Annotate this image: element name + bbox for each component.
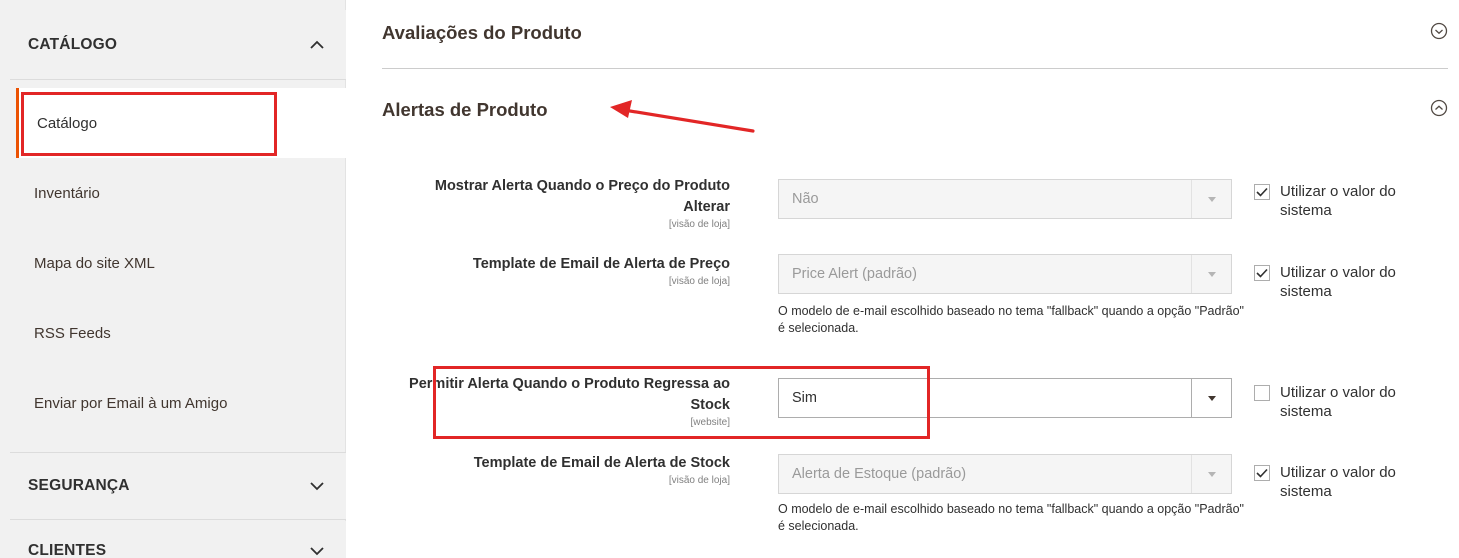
caret-down-icon [1191, 255, 1231, 293]
use-system-value-checkbox[interactable]: Utilizar o valor do sistema [1254, 383, 1454, 421]
group-divider [382, 68, 1448, 69]
circle-chevron-up-icon [1430, 99, 1448, 122]
use-system-value-checkbox[interactable]: Utilizar o valor do sistema [1254, 263, 1454, 301]
sidebar-item-label: Mapa do site XML [34, 254, 155, 272]
chevron-down-icon [306, 540, 328, 558]
select-value: Alerta de Estoque (padrão) [792, 466, 967, 482]
section-clientes-header[interactable]: CLIENTES [10, 521, 346, 558]
check-icon [1256, 187, 1268, 197]
field-label: Mostrar Alerta Quando o Preço do Produto… [400, 176, 730, 231]
field-note: O modelo de e-mail escolhido baseado no … [778, 502, 1244, 533]
sidebar-item-inventario[interactable]: Inventário [16, 158, 346, 228]
field-scope: [visão de loja] [668, 219, 730, 230]
caret-down-icon [1191, 379, 1231, 417]
checkbox-box[interactable] [1254, 385, 1270, 401]
annotation-arrow-icon [610, 100, 755, 133]
sidebar-item-catalogo[interactable]: Catálogo [16, 88, 346, 158]
field-label: Permitir Alerta Quando o Produto Regress… [400, 374, 730, 429]
field-label: Template de Email de Alerta de Stock [vi… [400, 453, 730, 487]
select-value: Não [792, 191, 819, 207]
checkbox-label: Utilizar o valor do sistema [1280, 464, 1396, 500]
check-icon [1256, 468, 1268, 478]
section-catalog-label: CATÁLOGO [28, 35, 118, 53]
group-alertas-header[interactable]: Alertas de Produto [382, 90, 1448, 130]
use-system-value-checkbox[interactable]: Utilizar o valor do sistema [1254, 463, 1454, 501]
sidebar-item-rss-feeds[interactable]: RSS Feeds [16, 298, 346, 368]
section-catalog-header[interactable]: CATÁLOGO [10, 10, 346, 80]
select-value: Sim [792, 390, 817, 406]
stock-alert-allow-select[interactable]: Sim [778, 378, 1232, 418]
field-label-text: Permitir Alerta Quando o Produto Regress… [409, 376, 730, 413]
field-scope: [visão de loja] [668, 475, 730, 486]
check-icon [1256, 268, 1268, 278]
sidebar-catalog-items: Catálogo Inventário Mapa do site XML RSS… [16, 88, 346, 438]
field-scope: [visão de loja] [668, 276, 730, 287]
chevron-up-icon [306, 34, 328, 56]
checkbox-label: Utilizar o valor do sistema [1280, 183, 1396, 219]
field-label-text: Template de Email de Alerta de Stock [473, 455, 730, 471]
section-clientes-label: CLIENTES [28, 542, 107, 558]
circle-chevron-down-icon [1430, 22, 1448, 45]
field-label-text: Mostrar Alerta Quando o Preço do Produto… [434, 178, 730, 215]
price-alert-template-select[interactable]: Price Alert (padrão) [778, 254, 1232, 294]
checkbox-label: Utilizar o valor do sistema [1280, 384, 1396, 420]
sidebar-item-label: Enviar por Email à um Amigo [34, 394, 228, 412]
sidebar-item-label: Inventário [34, 184, 100, 202]
field-label: Template de Email de Alerta de Preço [vi… [400, 254, 730, 288]
section-seguranca-header[interactable]: SEGURANÇA [10, 452, 346, 520]
group-title: Avaliações do Produto [382, 22, 582, 43]
sidebar-item-mapa-site-xml[interactable]: Mapa do site XML [16, 228, 346, 298]
caret-down-icon [1191, 455, 1231, 493]
sidebar: CATÁLOGO Catálogo Inventário Mapa do sit… [0, 0, 346, 558]
chevron-down-icon [306, 475, 328, 497]
checkbox-label: Utilizar o valor do sistema [1280, 264, 1396, 300]
caret-down-icon [1191, 180, 1231, 218]
use-system-value-checkbox[interactable]: Utilizar o valor do sistema [1254, 182, 1454, 220]
sidebar-item-label: Catálogo [37, 114, 98, 132]
section-seguranca-label: SEGURANÇA [28, 477, 130, 494]
group-title: Alertas de Produto [382, 99, 548, 120]
select-value: Price Alert (padrão) [792, 266, 917, 282]
stock-alert-template-select[interactable]: Alerta de Estoque (padrão) [778, 454, 1232, 494]
sidebar-item-label: RSS Feeds [34, 324, 111, 342]
checkbox-box[interactable] [1254, 465, 1270, 481]
price-alert-show-select[interactable]: Não [778, 179, 1232, 219]
checkbox-box[interactable] [1254, 184, 1270, 200]
sidebar-item-enviar-email-amigo[interactable]: Enviar por Email à um Amigo [16, 368, 346, 438]
field-scope: [website] [690, 417, 730, 428]
group-avaliacoes-header[interactable]: Avaliações do Produto [382, 14, 1448, 52]
field-label-text: Template de Email de Alerta de Preço [472, 256, 730, 272]
field-note: O modelo de e-mail escolhido baseado no … [778, 304, 1244, 335]
main-content: Avaliações do Produto Alertas de Produto… [346, 0, 1459, 558]
checkbox-box[interactable] [1254, 265, 1270, 281]
